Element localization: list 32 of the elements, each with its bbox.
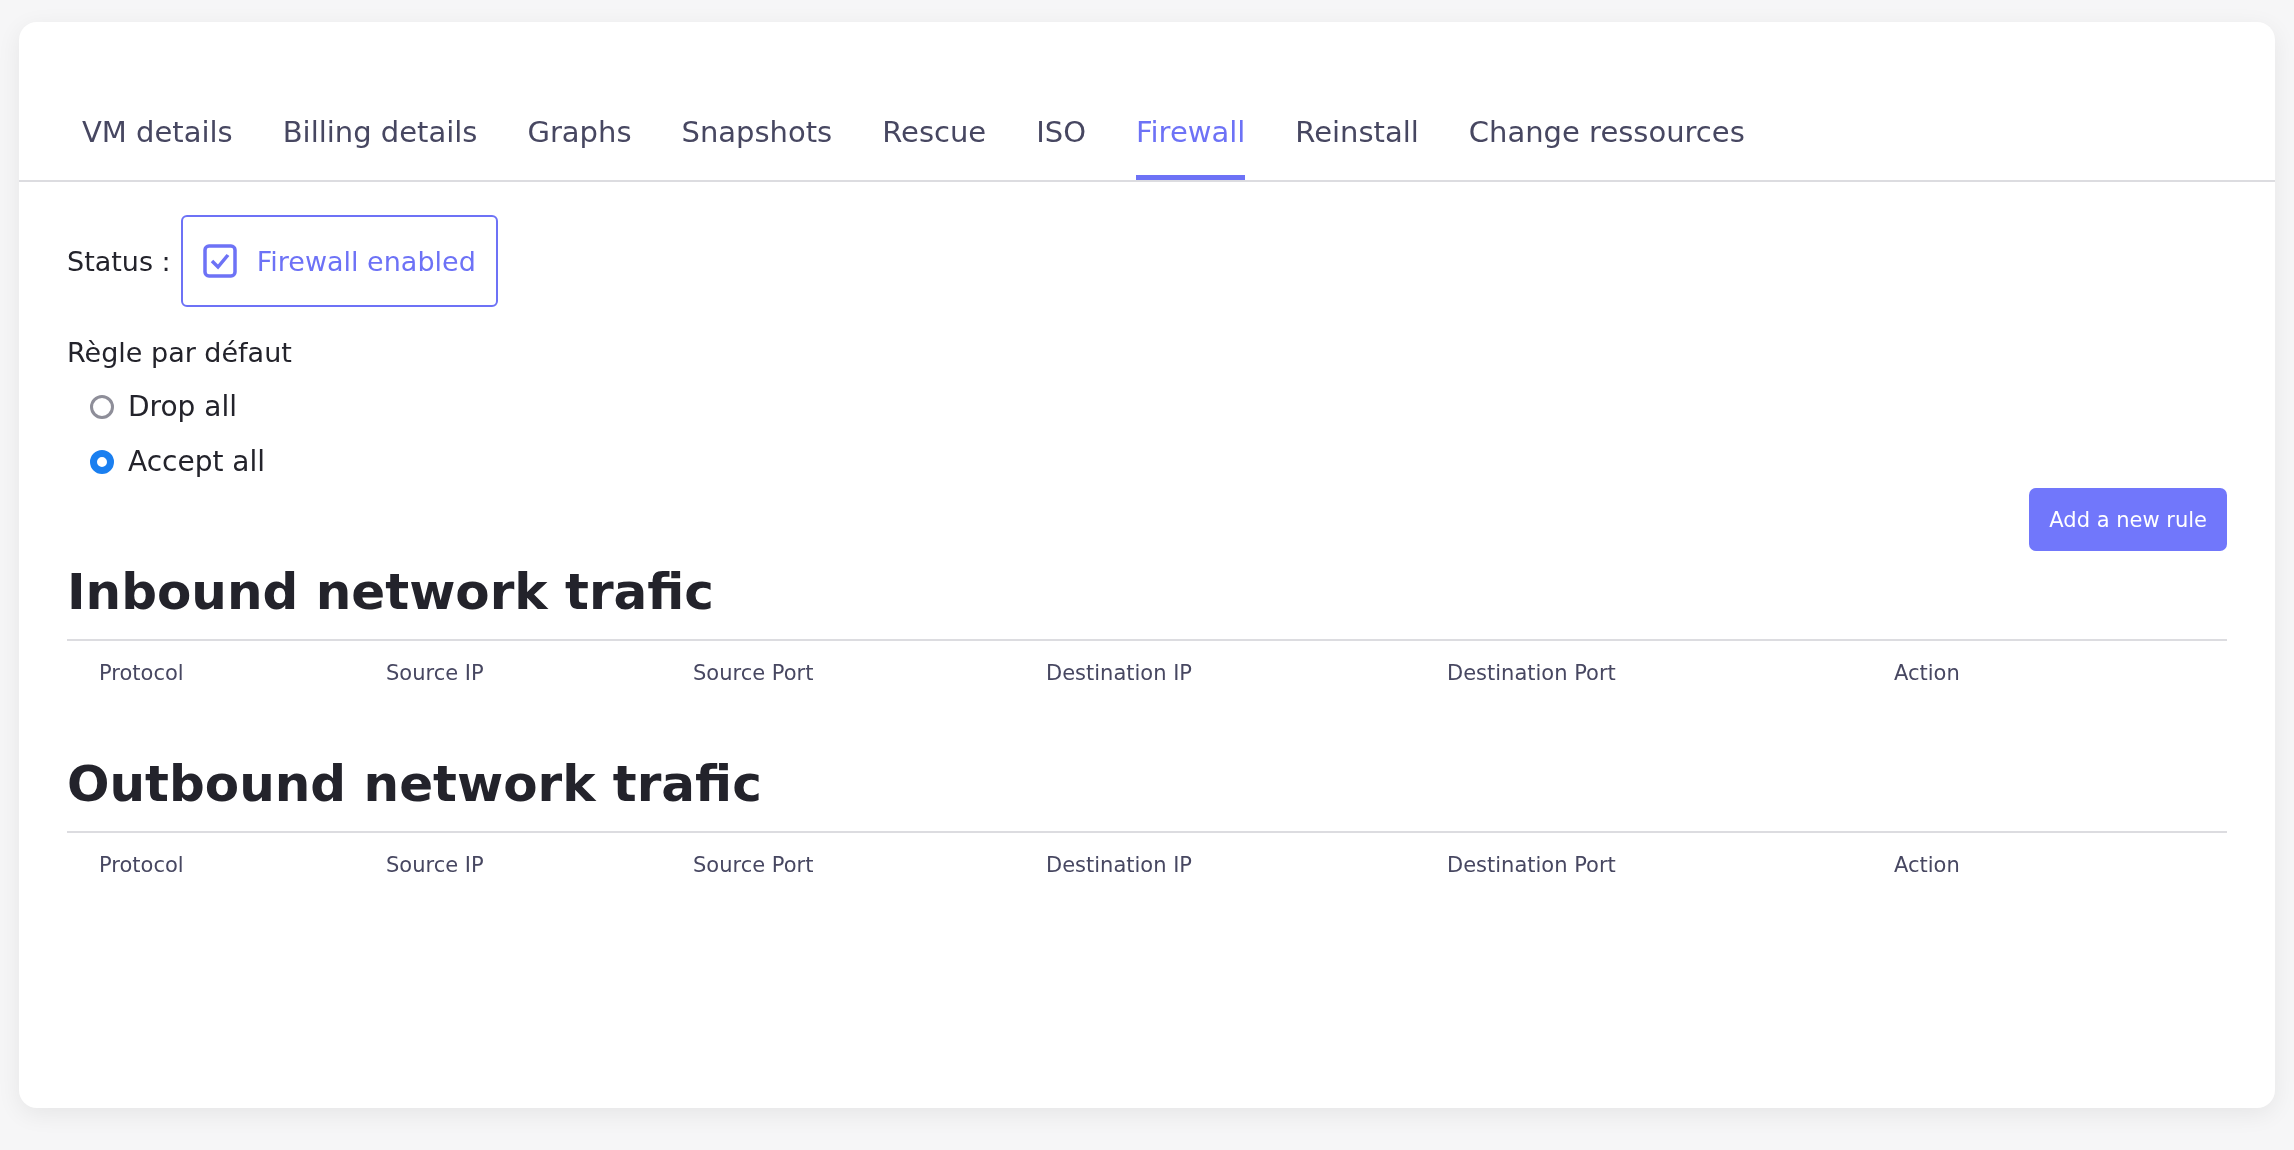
tab[interactable]: Change ressources bbox=[1468, 115, 1745, 180]
section-heading: Outbound network trafic bbox=[67, 754, 763, 815]
tab[interactable]: Snapshots bbox=[681, 115, 833, 180]
tab[interactable]: Rescue bbox=[882, 115, 987, 180]
column-header: Source Port bbox=[693, 661, 815, 687]
column-header: Protocol bbox=[99, 661, 185, 687]
column-header: Source Port bbox=[693, 853, 815, 879]
radio-label[interactable]: Accept all bbox=[128, 445, 266, 478]
add-rule-button[interactable]: Add a new rule bbox=[2029, 488, 2227, 551]
tab[interactable]: VM details bbox=[82, 115, 233, 180]
default-rule-label: Règle par défaut bbox=[67, 337, 293, 368]
tab[interactable]: Firewall bbox=[1136, 115, 1246, 180]
column-header: Destination IP bbox=[1046, 661, 1194, 687]
tab[interactable]: Graphs bbox=[527, 115, 632, 180]
column-header: Source IP bbox=[386, 661, 485, 687]
column-header: Protocol bbox=[99, 853, 185, 879]
status-label: Status : bbox=[67, 245, 171, 277]
checkbox-icon bbox=[202, 244, 237, 278]
radio-button[interactable] bbox=[90, 394, 114, 419]
tab[interactable]: Reinstall bbox=[1295, 115, 1419, 180]
column-header: Source IP bbox=[386, 853, 485, 879]
column-header: Action bbox=[1894, 853, 1961, 879]
column-header: Destination IP bbox=[1046, 853, 1194, 879]
firewall-toggle[interactable]: Firewall enabled bbox=[180, 215, 498, 307]
radio-label[interactable]: Drop all bbox=[128, 390, 237, 423]
tab[interactable]: ISO bbox=[1036, 115, 1086, 180]
column-header: Destination Port bbox=[1447, 853, 1617, 879]
section-heading: Inbound network trafic bbox=[67, 562, 715, 623]
column-header: Destination Port bbox=[1447, 661, 1617, 687]
tab[interactable]: Billing details bbox=[282, 115, 478, 180]
radio-button[interactable] bbox=[90, 449, 114, 474]
column-header: Action bbox=[1894, 661, 1961, 687]
